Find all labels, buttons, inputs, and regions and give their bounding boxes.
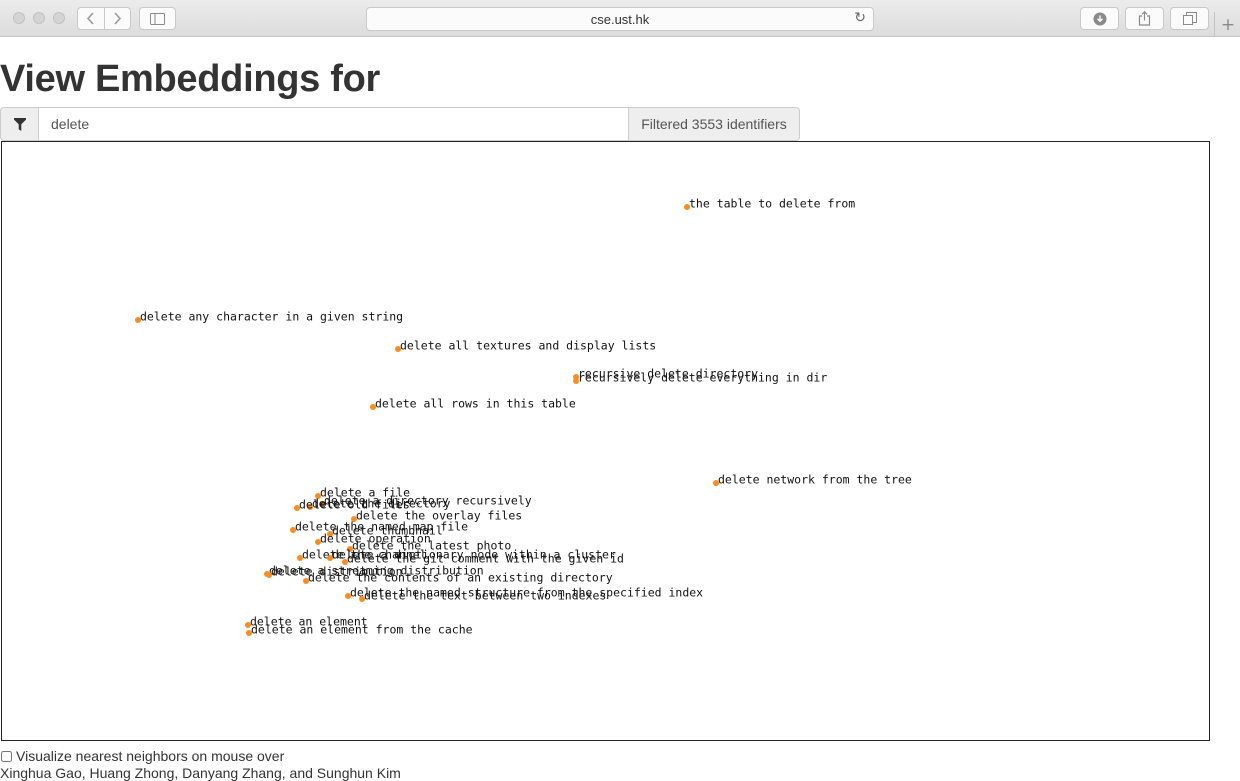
plus-icon: + <box>1220 14 1236 35</box>
page-title: View Embeddings for <box>0 58 380 100</box>
tabs-overview-icon <box>1182 12 1197 25</box>
share-icon <box>1138 11 1151 26</box>
funnel-glyph <box>13 117 26 131</box>
embedding-point-label: delete the text between two indexes <box>364 589 606 603</box>
embedding-point[interactable]: delete the text between two indexes <box>359 589 606 603</box>
url-text: cse.ust.hk <box>590 11 650 27</box>
embedding-point-label: recursively delete everything in dir <box>578 371 827 385</box>
embedding-point-label: delete network from the tree <box>718 473 912 487</box>
address-bar[interactable]: cse.ust.hk ↻ <box>366 7 874 31</box>
nearest-neighbors-label: Visualize nearest neighbors on mouse ove… <box>16 748 285 764</box>
download-icon <box>1093 12 1106 25</box>
embedding-point-label: delete all textures and display lists <box>400 339 656 353</box>
embedding-point[interactable]: delete an element from the cache <box>246 623 473 637</box>
tabs-overview-button[interactable] <box>1170 7 1209 30</box>
filter-bar: Filtered 3553 identifiers <box>0 107 800 141</box>
embedding-point-label: delete the contents of an existing direc… <box>308 571 613 585</box>
forward-button[interactable] <box>103 8 131 29</box>
embedding-point[interactable]: delete all textures and display lists <box>395 339 656 353</box>
embedding-scatter[interactable]: the table to delete from delete any chara… <box>2 142 1209 740</box>
filter-input[interactable] <box>39 107 629 141</box>
filter-icon[interactable] <box>0 107 39 141</box>
sidebar-button[interactable] <box>139 7 176 30</box>
history-nav <box>77 7 131 30</box>
embedding-point[interactable]: delete network from the tree <box>713 473 912 487</box>
embedding-point-label: delete an element from the cache <box>251 623 473 637</box>
embedding-point-label: delete all rows in this table <box>375 397 576 411</box>
embedding-point[interactable]: delete the contents of an existing direc… <box>303 571 613 585</box>
share-button[interactable] <box>1125 7 1164 30</box>
zoom-window-button[interactable] <box>53 12 65 24</box>
chevron-left-icon <box>87 12 94 25</box>
embedding-point[interactable]: delete all rows in this table <box>370 397 576 411</box>
authors-footer: Xinghua Gao, Huang Zhong, Danyang Zhang,… <box>0 765 401 781</box>
downloads-button[interactable] <box>1080 7 1119 30</box>
nearest-neighbors-checkbox[interactable] <box>1 750 12 762</box>
chevron-right-icon <box>114 12 121 25</box>
embedding-point-label: delete any character in a given string <box>140 310 403 324</box>
nearest-neighbors-option: Visualize nearest neighbors on mouse ove… <box>0 748 284 764</box>
embedding-plot[interactable]: the table to delete from delete any chara… <box>1 141 1210 741</box>
sidebar-icon <box>150 12 165 25</box>
close-window-button[interactable] <box>13 12 25 24</box>
embedding-point[interactable]: the table to delete from <box>684 197 855 211</box>
embedding-point-label: the table to delete from <box>689 197 855 211</box>
browser-toolbar: cse.ust.hk ↻ + <box>0 0 1240 37</box>
embedding-point[interactable]: delete any character in a given string <box>135 310 403 324</box>
new-tab-button[interactable]: + <box>1214 12 1240 37</box>
reload-icon[interactable]: ↻ <box>854 10 866 26</box>
filter-count-label: Filtered 3553 identifiers <box>629 107 800 141</box>
back-button[interactable] <box>78 8 104 29</box>
minimize-window-button[interactable] <box>33 12 45 24</box>
embedding-point[interactable]: recursively delete everything in dir <box>573 371 827 385</box>
